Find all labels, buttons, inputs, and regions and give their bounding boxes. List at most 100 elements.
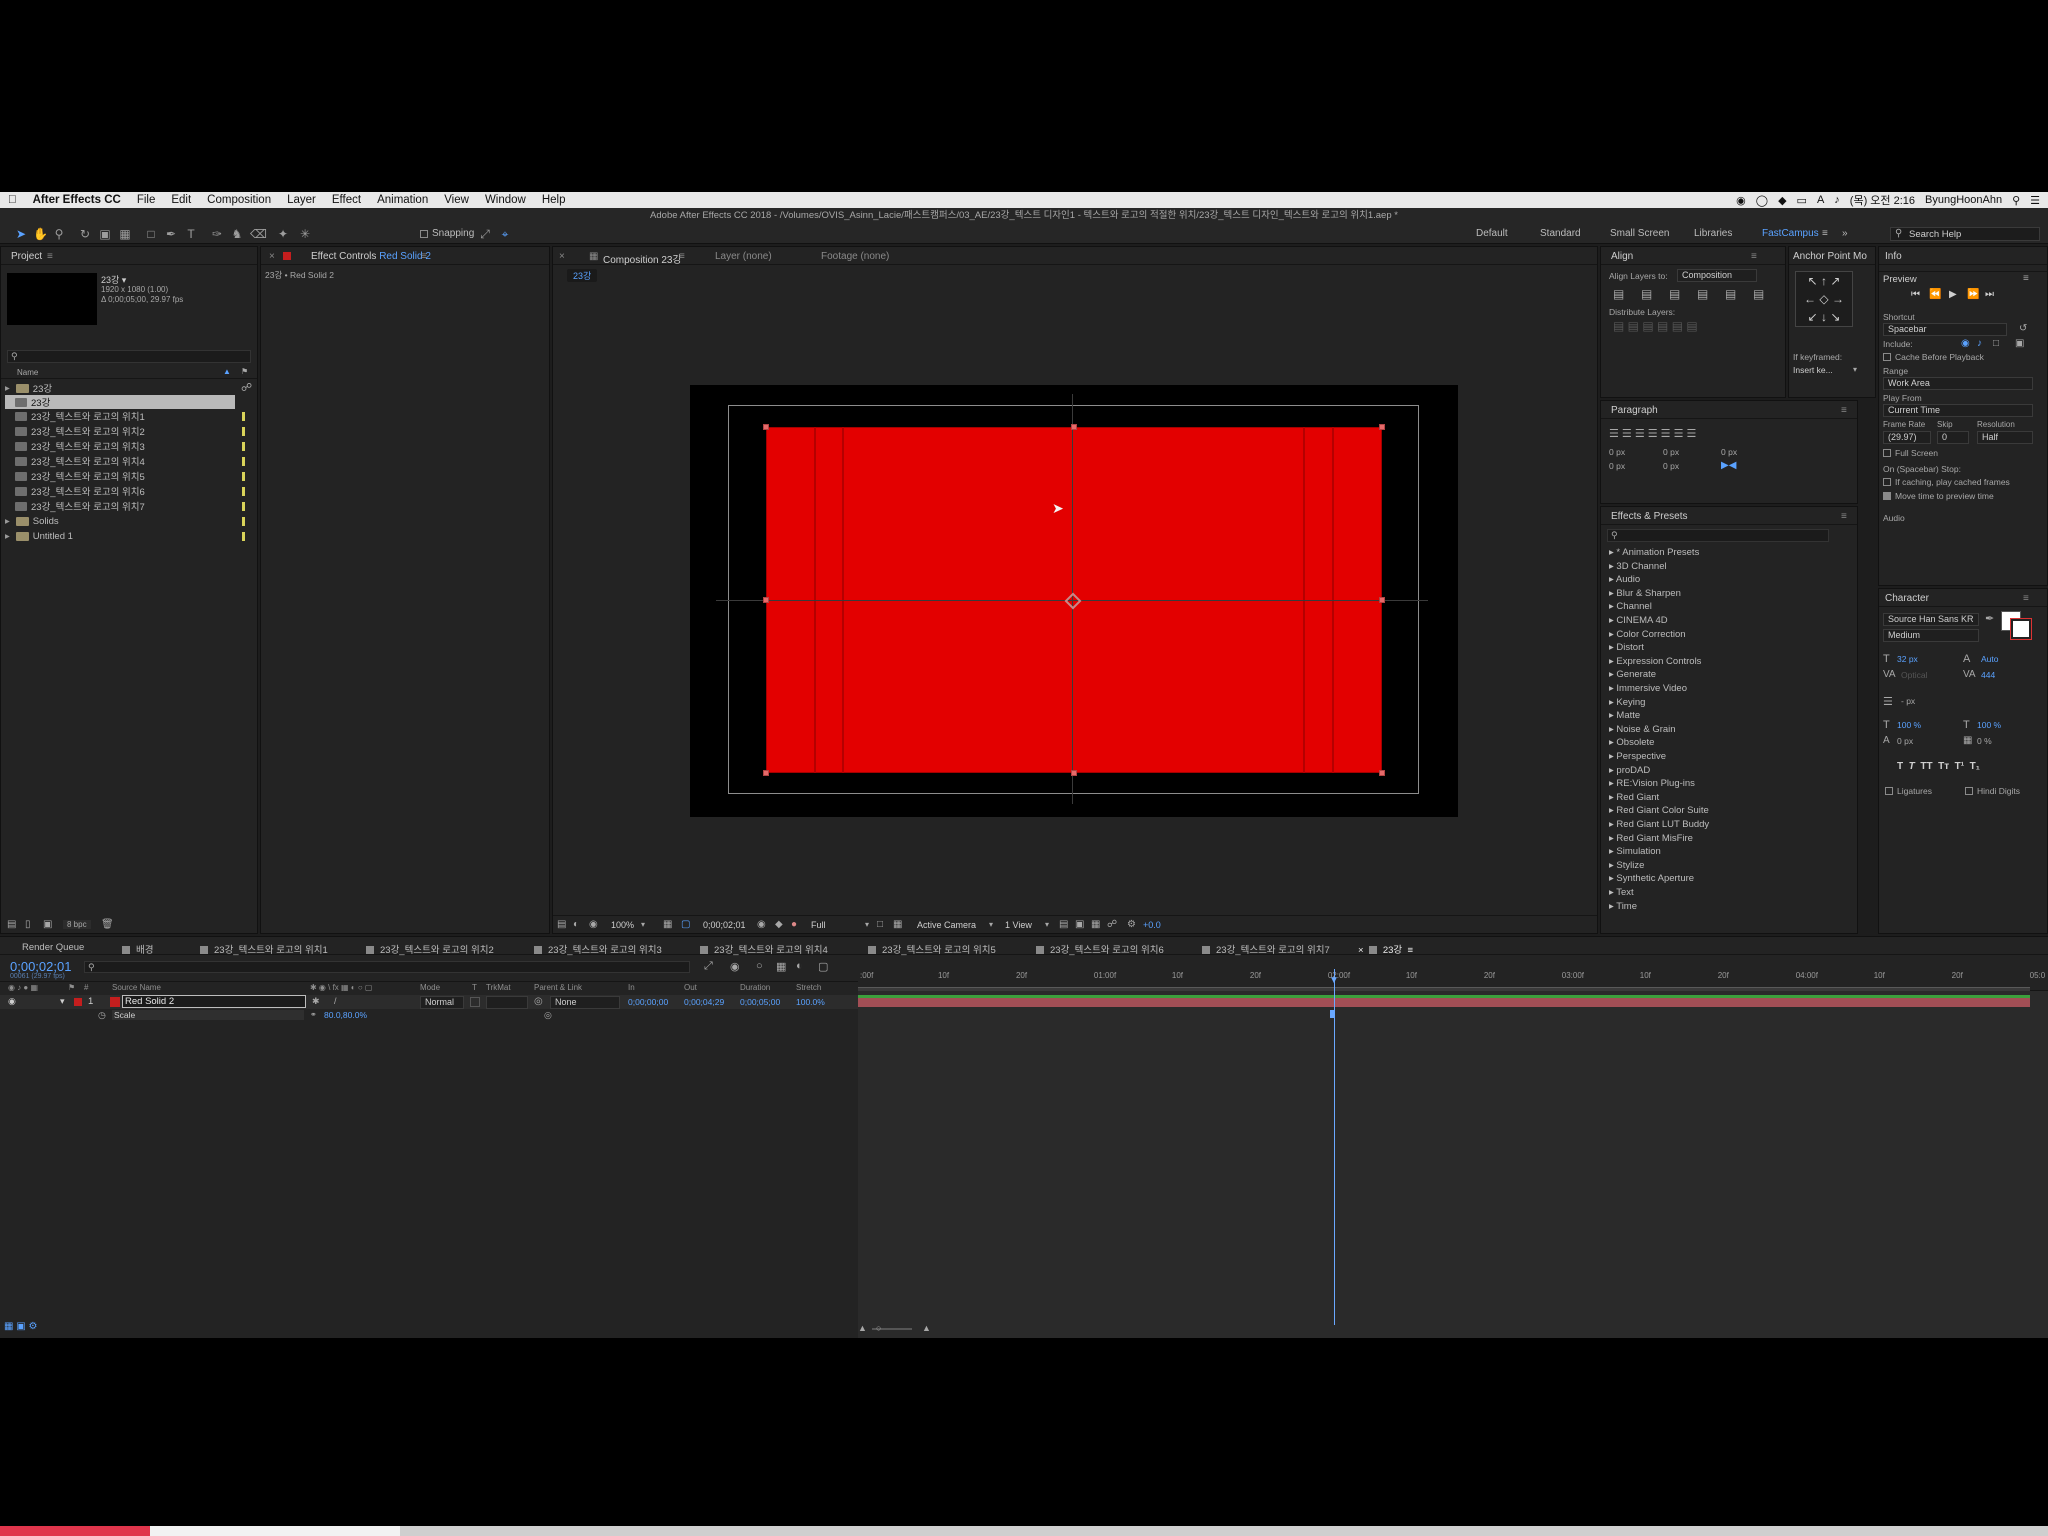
in-header[interactable]: In: [628, 983, 635, 992]
if-caching-checkbox[interactable]: [1883, 478, 1891, 486]
wifi-icon[interactable]: ◆: [1778, 194, 1786, 207]
motion-blur-icon[interactable]: ◐: [796, 960, 803, 972]
exposure-icon[interactable]: ⚙: [1127, 919, 1136, 930]
effects-category[interactable]: ▸ Simulation: [1609, 846, 1661, 857]
project-tab[interactable]: Project: [11, 251, 42, 262]
first-frame-icon[interactable]: ⏮: [1911, 289, 1920, 300]
expand-layer-triangle-icon[interactable]: ▾: [60, 996, 65, 1007]
effects-category[interactable]: ▸ Audio: [1609, 574, 1640, 585]
new-composition-icon[interactable]: ▣: [43, 919, 52, 930]
timeline-tab-active[interactable]: × 23강 ≡: [1358, 942, 1413, 956]
panel-menu-icon[interactable]: ≡: [679, 251, 685, 262]
anchor-point-tab[interactable]: Anchor Point Mo: [1793, 251, 1867, 262]
transform-handle[interactable]: [763, 770, 769, 776]
panel-menu-icon[interactable]: ≡: [47, 251, 53, 262]
menu-edit[interactable]: Edit: [163, 194, 199, 206]
layer-duration-bar[interactable]: [858, 995, 2030, 1007]
effects-category[interactable]: ▸ Synthetic Aperture: [1609, 873, 1694, 884]
label-swatch[interactable]: [242, 411, 245, 421]
timeline-tab[interactable]: 23강_텍스트와 로고의 위치4: [700, 942, 828, 956]
zoom-tool-icon[interactable]: ⚲: [52, 227, 66, 241]
indent-left-value[interactable]: 0 px: [1609, 447, 1625, 457]
preserve-transparency-checkbox[interactable]: [470, 997, 480, 1007]
camera-chevron-icon[interactable]: ▾: [989, 920, 993, 929]
effects-category[interactable]: ▸ Noise & Grain: [1609, 724, 1676, 735]
effects-category[interactable]: ▸ Immersive Video: [1609, 683, 1687, 694]
search-help-field[interactable]: ⚲ Search Help: [1890, 227, 2040, 241]
effects-category[interactable]: ▸ Expression Controls: [1609, 656, 1701, 667]
effects-category[interactable]: ▸ Red Giant Color Suite: [1609, 805, 1709, 816]
comp-navigator-chip[interactable]: 23강: [567, 269, 598, 282]
timeline-tab[interactable]: 23강_텍스트와 로고의 위치2: [366, 942, 494, 956]
lock-icon[interactable]: ▦: [589, 251, 598, 262]
effect-controls-tab[interactable]: Effect Controls Red Solid 2: [311, 251, 431, 262]
layer-label-color[interactable]: [74, 998, 82, 1006]
transform-handle[interactable]: [1071, 770, 1077, 776]
timeline-tab[interactable]: 23강_텍스트와 로고의 위치6: [1036, 942, 1164, 956]
last-frame-icon[interactable]: ⏭: [1985, 289, 1994, 300]
label-swatch[interactable]: [242, 516, 245, 526]
hindi-digits-checkbox[interactable]: [1965, 787, 1973, 795]
interpret-footage-icon[interactable]: ▤: [7, 919, 16, 930]
eyedropper-icon[interactable]: ✒: [1985, 612, 1994, 625]
transform-handle[interactable]: [1379, 424, 1385, 430]
align-bottom-icon[interactable]: ▤: [1753, 287, 1764, 301]
label-swatch[interactable]: [242, 471, 245, 481]
effects-category[interactable]: ▸ Obsolete: [1609, 737, 1654, 748]
paragraph-align-icons[interactable]: ☰ ☰ ☰ ☰ ☰ ☰ ☰: [1609, 427, 1696, 440]
expand-triangle-icon[interactable]: ▸: [5, 516, 10, 527]
menu-composition[interactable]: Composition: [199, 194, 279, 206]
transform-handle[interactable]: [1071, 424, 1077, 430]
hand-tool-icon[interactable]: ✋: [33, 227, 48, 241]
tsume-value[interactable]: 0 %: [1977, 736, 1992, 746]
current-time-display[interactable]: 0;00;02;01: [10, 959, 71, 974]
align-center-h-icon[interactable]: ▤: [1641, 287, 1652, 301]
distribute-icons[interactable]: ▤ ▤ ▤ ▤ ▤ ▤: [1613, 319, 1698, 333]
project-item-folder[interactable]: ▸ Untitled 1: [5, 529, 245, 543]
zoom-chevron-icon[interactable]: ▾: [641, 920, 645, 929]
region-of-interest-icon[interactable]: □: [877, 919, 883, 930]
indent-right-value[interactable]: 0 px: [1609, 461, 1625, 471]
timeline-icon[interactable]: ▦: [1091, 919, 1100, 930]
project-item-folder[interactable]: ▸ 23강: [5, 381, 235, 396]
roto-brush-tool-icon[interactable]: ✦: [276, 227, 290, 241]
project-item[interactable]: 23강_텍스트와 로고의 위치6: [5, 484, 245, 498]
project-item-selected[interactable]: 23강: [5, 395, 235, 409]
previous-frame-icon[interactable]: ⏪: [1929, 289, 1941, 300]
menu-effect[interactable]: Effect: [324, 194, 369, 206]
transform-handle[interactable]: [1379, 597, 1385, 603]
trkmat-header[interactable]: TrkMat: [486, 983, 511, 992]
stroke-width-value[interactable]: - px: [1901, 696, 1915, 706]
panel-menu-icon[interactable]: ≡: [1407, 945, 1413, 956]
out-header[interactable]: Out: [684, 983, 697, 992]
toggle-pixel-aspect-icon[interactable]: ▤: [1059, 919, 1068, 930]
collapse-triangle-icon[interactable]: ▸: [5, 383, 10, 394]
pen-tool-icon[interactable]: ✒: [164, 227, 178, 241]
include-layer-controls-icon[interactable]: ▣: [2015, 338, 2024, 349]
panel-menu-icon[interactable]: ≡: [1841, 511, 1847, 522]
effects-category[interactable]: ▸ 3D Channel: [1609, 561, 1667, 572]
audio-label[interactable]: Audio: [1883, 513, 1905, 523]
label-swatch[interactable]: [242, 441, 245, 451]
effects-category[interactable]: ▸ Keying: [1609, 697, 1645, 708]
workspace-menu-icon[interactable]: ≡: [1822, 228, 1828, 239]
kerning-value[interactable]: Optical: [1901, 670, 1927, 680]
workspace-default[interactable]: Default: [1476, 228, 1508, 239]
timeline-tab[interactable]: 23강_텍스트와 로고의 위치7: [1202, 942, 1330, 956]
menu-app-name[interactable]: After Effects CC: [25, 194, 129, 206]
airplay-icon[interactable]: ▭: [1797, 194, 1807, 207]
ligatures-checkbox[interactable]: [1885, 787, 1893, 795]
transparency-grid-icon[interactable]: ▦: [893, 919, 902, 930]
creative-cloud-icon[interactable]: ◯: [1756, 194, 1768, 207]
workspace-fastcampus[interactable]: FastCampus: [1762, 228, 1819, 239]
project-item[interactable]: 23강_텍스트와 로고의 위치4: [5, 454, 245, 468]
effects-category[interactable]: ▸ * Animation Presets: [1609, 547, 1699, 558]
menu-help[interactable]: Help: [534, 194, 574, 206]
label-swatch[interactable]: [242, 531, 245, 541]
draft-3d-icon[interactable]: ◉: [730, 960, 740, 973]
project-item[interactable]: 23강_텍스트와 로고의 위치2: [5, 424, 245, 438]
layer-in-point[interactable]: 0;00;00;00: [628, 997, 668, 1007]
align-top-icon[interactable]: ▤: [1697, 287, 1708, 301]
volume-icon[interactable]: ♪: [1834, 194, 1840, 206]
parent-header[interactable]: Parent & Link: [534, 983, 582, 992]
